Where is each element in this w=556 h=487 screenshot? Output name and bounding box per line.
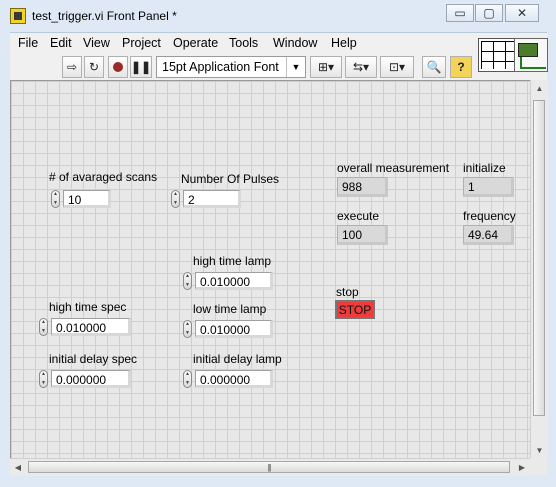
abort-icon [113, 62, 123, 72]
number-of-pulses-control: 2 [171, 189, 241, 209]
window-border-bottom [0, 475, 556, 487]
frequency-indicator: 49.64 [463, 225, 514, 245]
run-button[interactable]: ⇨ [62, 56, 82, 78]
vi-icon[interactable] [514, 38, 548, 72]
execute-label: execute [337, 209, 380, 223]
high-time-lamp-label: high time lamp [193, 254, 272, 268]
menu-bar: File Edit View Project Operate Tools Win… [10, 32, 548, 54]
vertical-scrollbar[interactable]: ▲ ▼ [530, 80, 548, 458]
high-time-lamp-input[interactable]: 0.010000 [195, 272, 273, 290]
averaged-scans-control: 10 [51, 189, 111, 209]
stop-button[interactable]: STOP [335, 300, 375, 319]
resize-grip[interactable] [530, 458, 547, 475]
number-of-pulses-spinner[interactable] [171, 190, 180, 208]
scroll-left-icon[interactable]: ◀ [10, 459, 26, 476]
averaged-scans-spinner[interactable] [51, 190, 60, 208]
low-time-lamp-label: low time lamp [193, 302, 267, 316]
menu-help[interactable]: Help [331, 36, 357, 50]
initial-delay-spec-control: 0.000000 [39, 369, 131, 389]
menu-view[interactable]: View [83, 36, 110, 50]
high-time-spec-spinner[interactable] [39, 318, 48, 336]
labview-app-icon [10, 8, 26, 24]
scroll-down-icon[interactable]: ▼ [531, 442, 548, 458]
distribute-objects-icon: ⇆▾ [352, 60, 370, 74]
menu-tools[interactable]: Tools [229, 36, 258, 50]
averaged-scans-input[interactable]: 10 [63, 190, 111, 208]
number-of-pulses-input[interactable]: 2 [183, 190, 241, 208]
align-objects-button[interactable]: ⊞▾ [310, 56, 342, 78]
connector-pane-icon[interactable] [478, 38, 518, 72]
pause-button[interactable]: ❚❚ [130, 56, 152, 78]
help-icon: ? [457, 60, 465, 74]
vertical-scroll-thumb[interactable] [533, 100, 545, 416]
search-button[interactable]: 🔍 [422, 56, 446, 78]
initial-delay-lamp-label: initial delay lamp [193, 352, 282, 366]
high-time-lamp-spinner[interactable] [183, 272, 192, 290]
high-time-spec-label: high time spec [49, 300, 127, 314]
high-time-spec-input[interactable]: 0.010000 [51, 318, 131, 336]
resize-objects-button[interactable]: ⊡▾ [380, 56, 414, 78]
abort-button[interactable] [108, 56, 128, 78]
initialize-indicator: 1 [463, 177, 514, 197]
chevron-down-icon: ▼ [286, 57, 305, 77]
close-button[interactable]: ✕ [505, 4, 539, 22]
font-select-value: 15pt Application Font [162, 60, 279, 74]
initial-delay-spec-input[interactable]: 0.000000 [51, 370, 131, 388]
front-panel[interactable]: # of avaraged scans 10 Number Of Pulses … [10, 80, 531, 459]
distribute-objects-button[interactable]: ⇆▾ [345, 56, 377, 78]
menu-operate[interactable]: Operate [173, 36, 218, 50]
frequency-label: frequency [463, 209, 516, 223]
low-time-lamp-control: 0.010000 [183, 319, 273, 339]
connector-grid [481, 41, 515, 69]
minimize-button[interactable]: ▭ [446, 4, 474, 22]
vi-icon-screen [518, 43, 538, 57]
align-objects-icon: ⊞▾ [317, 60, 335, 74]
overall-measurement-indicator: 988 [337, 177, 388, 197]
low-time-lamp-input[interactable]: 0.010000 [195, 320, 273, 338]
window-border-left [0, 32, 10, 475]
initial-delay-lamp-control: 0.000000 [183, 369, 273, 389]
overall-measurement-label: overall measurement [337, 161, 450, 175]
font-select[interactable]: 15pt Application Font ▼ [156, 56, 306, 78]
menu-file[interactable]: File [18, 36, 38, 50]
window-border-right [547, 0, 556, 487]
resize-objects-icon: ⊡▾ [388, 60, 406, 74]
run-continuously-button[interactable]: ↻ [84, 56, 104, 78]
scroll-up-icon[interactable]: ▲ [531, 80, 548, 96]
low-time-lamp-spinner[interactable] [183, 320, 192, 338]
stop-label: stop [336, 285, 359, 299]
horizontal-scrollbar[interactable]: ◀ ||| ▶ [10, 458, 530, 476]
context-help-button[interactable]: ? [450, 56, 472, 78]
high-time-lamp-control: 0.010000 [183, 271, 273, 291]
execute-indicator: 100 [337, 225, 388, 245]
toolbar: ⇨ ↻ ❚❚ 15pt Application Font ▼ ⊞▾ ⇆▾ ⊡▾ … [10, 54, 476, 80]
horizontal-scroll-thumb[interactable]: ||| [28, 461, 510, 473]
vi-icon-wave [520, 57, 546, 69]
title-bar[interactable]: test_trigger.vi Front Panel * ▭ ▢ ✕ [0, 0, 556, 33]
initialize-label: initialize [463, 161, 506, 175]
initial-delay-spec-spinner[interactable] [39, 370, 48, 388]
averaged-scans-label: # of avaraged scans [49, 170, 158, 184]
menu-window[interactable]: Window [273, 36, 317, 50]
menu-edit[interactable]: Edit [50, 36, 72, 50]
search-icon: 🔍 [426, 60, 442, 74]
scroll-right-icon[interactable]: ▶ [514, 459, 530, 476]
initial-delay-spec-label: initial delay spec [49, 352, 138, 366]
pause-icon: ❚❚ [130, 60, 152, 74]
window-title: test_trigger.vi Front Panel * [32, 9, 177, 23]
initial-delay-lamp-input[interactable]: 0.000000 [195, 370, 273, 388]
high-time-spec-control: 0.010000 [39, 317, 131, 337]
run-arrow-icon: ⇨ [66, 60, 78, 74]
menu-project[interactable]: Project [122, 36, 161, 50]
maximize-button[interactable]: ▢ [475, 4, 503, 22]
initial-delay-lamp-spinner[interactable] [183, 370, 192, 388]
number-of-pulses-label: Number Of Pulses [181, 172, 280, 186]
run-continuously-icon: ↻ [88, 60, 100, 74]
